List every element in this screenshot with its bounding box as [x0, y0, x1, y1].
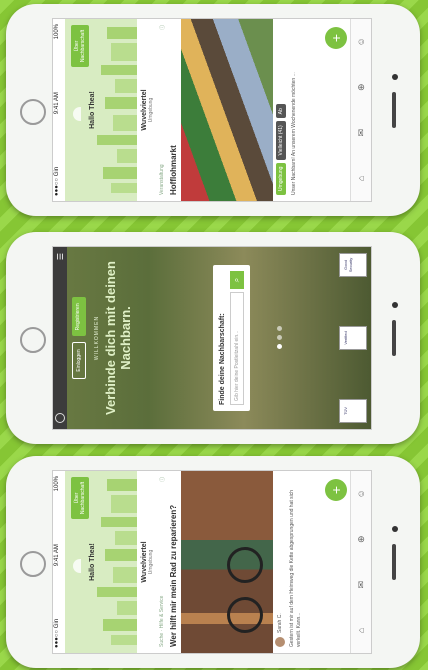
add-post-button[interactable]: +	[325, 479, 347, 501]
market-photo[interactable]	[181, 19, 273, 201]
neighborhood-sub: Umgebung	[148, 549, 154, 575]
neighborhood-finder: Finde deine Nachbarschaft: Gib hier dein…	[213, 265, 250, 411]
card-title[interactable]: Hofflohmarkt	[169, 19, 181, 201]
seal-verified: Verified	[339, 326, 367, 350]
hero-banner: Hallo Thea! Über Nachbarschaft	[65, 471, 137, 653]
carrier: ●●●○○ Gin	[54, 618, 60, 648]
screen: ☰ Einloggen Registrieren WILLKOMMEN Verb…	[52, 246, 372, 430]
tab-bar: ⌂ ✉ ⊕ ☺	[350, 471, 371, 653]
phone-middle: ☰ Einloggen Registrieren WILLKOMMEN Verb…	[6, 232, 420, 444]
seal-security: Good Security	[339, 253, 367, 277]
bike-photo[interactable]	[181, 471, 273, 653]
home-button[interactable]	[20, 551, 46, 577]
search-icon[interactable]: ⌕	[230, 271, 244, 289]
neighborhood-button[interactable]: Über Nachbarschaft	[71, 477, 89, 519]
clock: 9:41 AM	[54, 544, 60, 567]
welcome-label: WILLKOMMEN	[94, 315, 100, 361]
carousel-dot[interactable]	[277, 344, 282, 350]
top-bar: ☰	[53, 247, 67, 429]
status-bar: ●●●○○ Gin 9:41 AM 100%	[53, 19, 65, 201]
battery: 100%	[54, 476, 60, 492]
battery: 100%	[54, 24, 60, 40]
clock: 9:41 AM	[54, 92, 60, 115]
card-body: Gestern ist mir auf dem Heimweg die Kett…	[289, 489, 302, 647]
carousel-dots	[277, 247, 282, 429]
neighborhood-name: Wuvelviertel	[141, 541, 148, 583]
bike-wheel	[227, 547, 263, 583]
marketplace-tab-icon[interactable]: ⊕	[355, 533, 367, 545]
seal-tuev: TÜV	[339, 399, 367, 423]
profile-tab-icon[interactable]: ☺	[355, 488, 367, 500]
card-header: Veranstaltung ⓘ	[156, 19, 169, 201]
hero-banner: Hallo Thea! Über Nachbarschaft	[65, 19, 137, 201]
tag-maybe[interactable]: Vielleicht (41)	[276, 121, 286, 160]
home-button[interactable]	[20, 99, 46, 125]
camera	[392, 74, 398, 80]
carrier: ●●●○○ Gin	[54, 166, 60, 196]
neighborhood-name: Wuvelviertel	[141, 89, 148, 131]
home-tab-icon[interactable]: ⌂	[355, 172, 367, 184]
card-header: Suche · Hilfe & Service ⓘ	[156, 471, 169, 653]
tab-bar: ⌂ ✉ ⊕ ☺	[350, 19, 371, 201]
landing-page: ☰ Einloggen Registrieren WILLKOMMEN Verb…	[53, 247, 371, 429]
message-tab-icon[interactable]: ✉	[355, 579, 367, 591]
screen-content: ●●●○○ Gin 9:41 AM 100% Hallo Thea! Über …	[53, 471, 371, 653]
trust-seals: TÜV Verified Good Security	[339, 253, 367, 423]
bike-wheel	[227, 597, 263, 633]
camera	[392, 526, 398, 532]
carousel-dot[interactable]	[277, 335, 282, 341]
avatar[interactable]	[275, 637, 285, 647]
home-tab-icon[interactable]: ⌂	[355, 624, 367, 636]
neighborhood-button[interactable]: Über Nachbarschaft	[71, 25, 89, 67]
screen-content: ●●●○○ Gin 9:41 AM 100% Hallo Thea! Über …	[53, 19, 371, 201]
profile-tab-icon[interactable]: ☺	[355, 36, 367, 48]
marketplace-tab-icon[interactable]: ⊕	[355, 81, 367, 93]
phone-top: ●●●○○ Gin 9:41 AM 100% Hallo Thea! Über …	[6, 4, 420, 216]
tag-row: Umgebung Vielleicht (41) Ab	[273, 19, 289, 201]
phone-bottom: ●●●○○ Gin 9:41 AM 100% Hallo Thea! Über …	[6, 456, 420, 668]
screen-content: ☰ Einloggen Registrieren WILLKOMMEN Verb…	[53, 247, 371, 429]
neighborhood-title: Wuvelviertel Umgebung	[137, 471, 156, 653]
card-title[interactable]: Wer hilft mir mein Rad zu reparieren?	[169, 471, 181, 653]
greeting: Hallo Thea!	[89, 543, 96, 581]
card-body: Unser Nachbarn! An unserem Wochenende mö…	[291, 72, 297, 195]
greeting: Hallo Thea!	[89, 91, 96, 129]
home-button[interactable]	[20, 327, 46, 353]
city-illustration	[91, 471, 137, 653]
menu-icon[interactable]: ☰	[56, 253, 65, 260]
status-bar: ●●●○○ Gin 9:41 AM 100%	[53, 471, 65, 653]
auth-buttons: Einloggen Registrieren	[67, 247, 91, 429]
screen: ●●●○○ Gin 9:41 AM 100% Hallo Thea! Über …	[52, 18, 372, 202]
speaker	[392, 92, 396, 128]
finder-row: Gib hier deine Postleitzahl ein... ⌕	[230, 271, 244, 405]
info-icon[interactable]: ⓘ	[159, 477, 166, 482]
register-button[interactable]: Registrieren	[72, 297, 86, 337]
tag-decline[interactable]: Ab	[276, 104, 286, 119]
add-post-button[interactable]: +	[325, 27, 347, 49]
camera	[392, 302, 398, 308]
message-tab-icon[interactable]: ✉	[355, 127, 367, 139]
speaker	[392, 320, 396, 356]
sun-illustration	[73, 559, 81, 573]
author-row[interactable]: Sarah C.	[273, 471, 287, 653]
card-category: Suche · Hilfe & Service	[159, 595, 165, 647]
speaker	[392, 544, 396, 580]
card-category: Veranstaltung	[159, 164, 165, 195]
carousel-dot[interactable]	[277, 326, 282, 332]
finder-title: Finde deine Nachbarschaft:	[219, 313, 226, 405]
info-icon[interactable]: ⓘ	[159, 25, 166, 30]
app-logo-icon[interactable]	[55, 413, 65, 423]
city-illustration	[91, 19, 137, 201]
neighborhood-sub: Umgebung	[148, 97, 154, 123]
tag-area[interactable]: Umgebung	[276, 162, 286, 195]
neighborhood-title: Wuvelviertel Umgebung	[137, 19, 156, 201]
login-button[interactable]: Einloggen	[72, 342, 86, 379]
screen: ●●●○○ Gin 9:41 AM 100% Hallo Thea! Über …	[52, 470, 372, 654]
sun-illustration	[73, 107, 81, 121]
author-name: Sarah C.	[277, 613, 283, 633]
headline: Verbinde dich mit deinen Nachbarn.	[103, 261, 133, 415]
zip-input[interactable]: Gib hier deine Postleitzahl ein...	[230, 292, 244, 405]
